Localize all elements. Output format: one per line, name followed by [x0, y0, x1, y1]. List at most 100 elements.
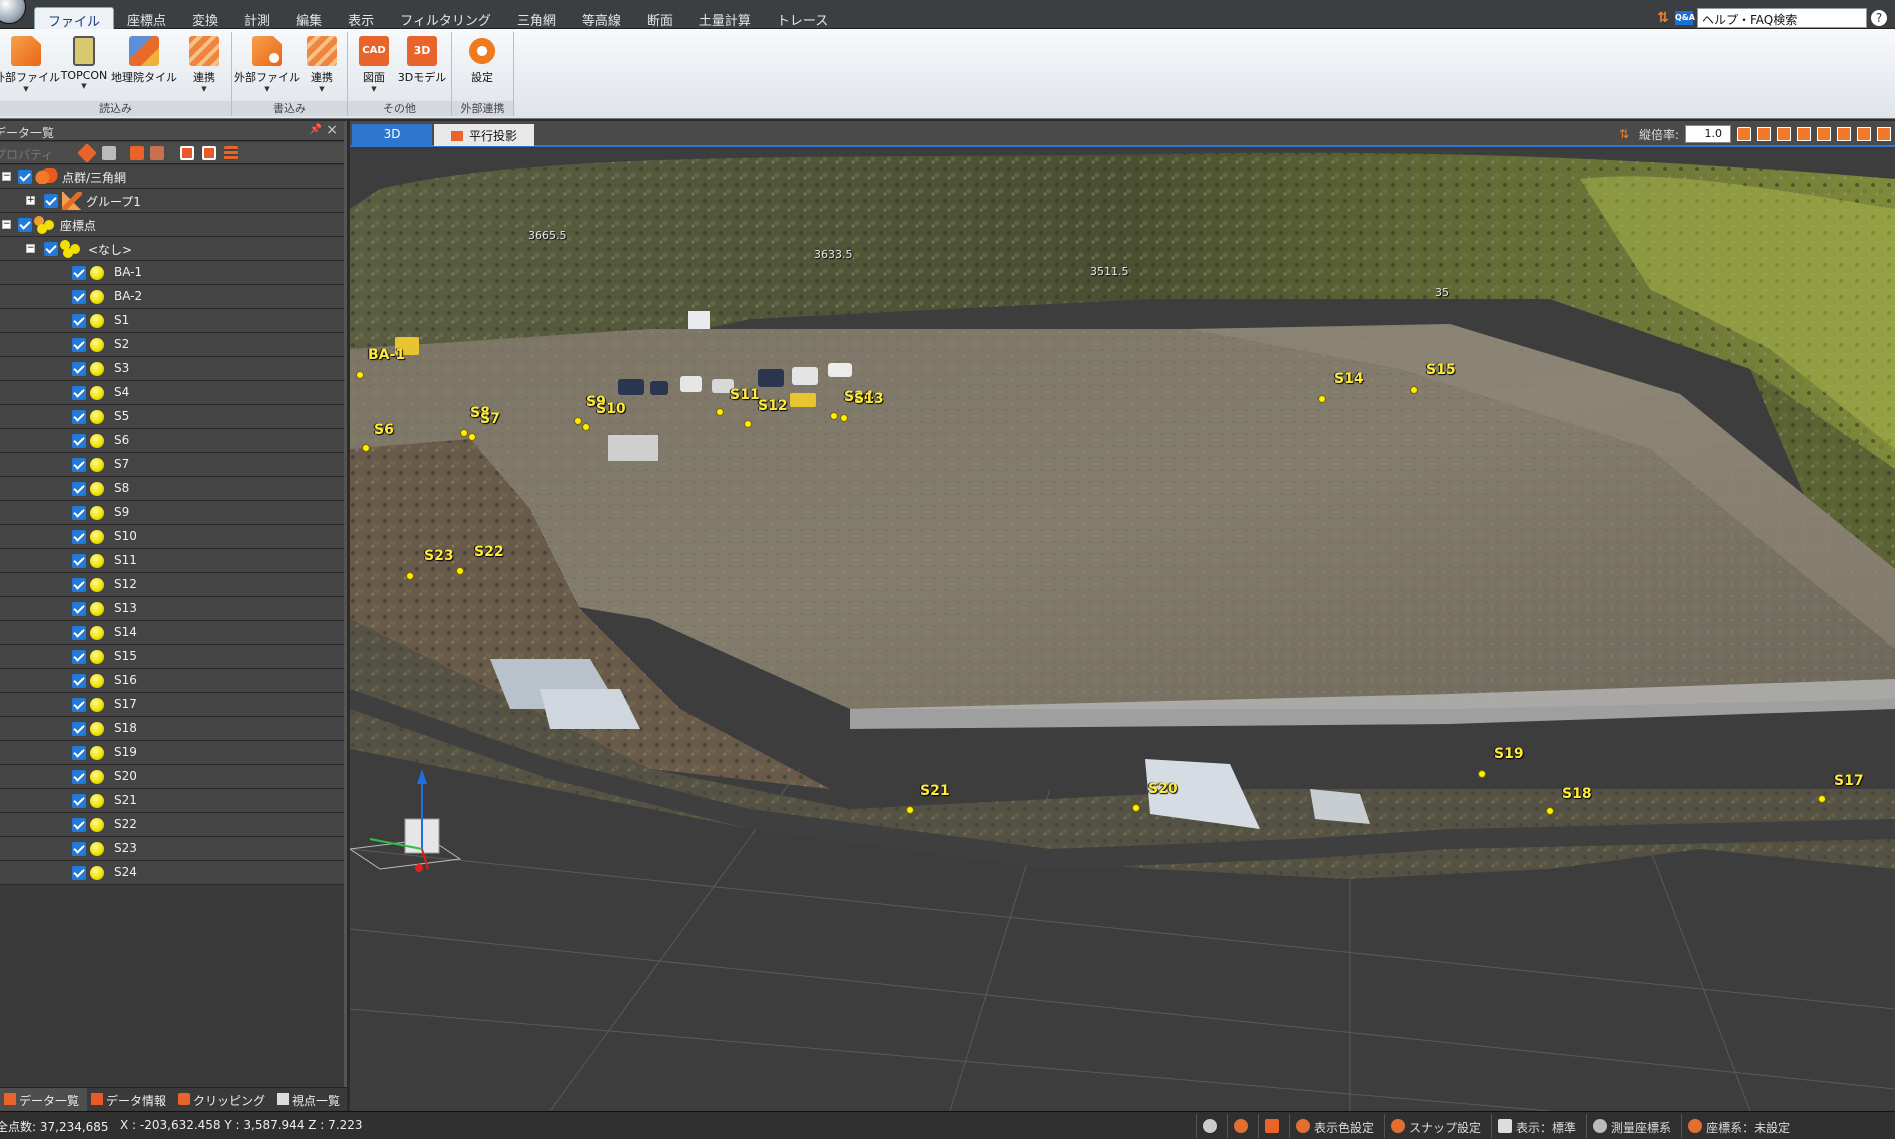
- visibility-checkbox[interactable]: [72, 626, 86, 640]
- point-label[interactable]: S14: [1334, 371, 1364, 387]
- tree-item-point[interactable]: S9: [0, 501, 344, 525]
- visibility-checkbox[interactable]: [72, 818, 86, 832]
- property-button[interactable]: プロパティ: [0, 146, 53, 163]
- settings-button[interactable]: 設定: [460, 34, 504, 98]
- point-marker[interactable]: [356, 371, 364, 379]
- tab-viewpoint-list[interactable]: 視点一覧: [273, 1088, 348, 1111]
- point-label[interactable]: S18: [1562, 786, 1592, 802]
- tab-clipping[interactable]: クリッピング: [174, 1088, 273, 1111]
- visibility-checkbox[interactable]: [72, 266, 86, 280]
- point-marker[interactable]: [456, 567, 464, 575]
- light-toggle[interactable]: [1227, 1114, 1258, 1138]
- top-view-icon[interactable]: [1757, 127, 1771, 141]
- tree-item-none[interactable]: − <なし>: [0, 237, 344, 261]
- point-marker[interactable]: [582, 423, 590, 431]
- visibility-checkbox[interactable]: [72, 554, 86, 568]
- tree-item-point[interactable]: S18: [0, 717, 344, 741]
- survey-coord-button[interactable]: 測量座標系: [1586, 1114, 1681, 1138]
- visibility-checkbox[interactable]: [72, 698, 86, 712]
- point-marker[interactable]: [406, 572, 414, 580]
- tree-item-point[interactable]: S10: [0, 525, 344, 549]
- read-link-button[interactable]: 連携 ▼: [182, 34, 226, 98]
- filter-icon[interactable]: [130, 146, 144, 160]
- visibility-checkbox[interactable]: [18, 170, 32, 184]
- expand-icon[interactable]: +: [26, 196, 35, 205]
- app-logo-icon[interactable]: [0, 0, 26, 24]
- visibility-checkbox[interactable]: [72, 650, 86, 664]
- tree-item-point[interactable]: S3: [0, 357, 344, 381]
- snap-settings-button[interactable]: スナップ設定: [1384, 1114, 1491, 1138]
- point-marker[interactable]: [1132, 804, 1140, 812]
- visibility-checkbox[interactable]: [72, 530, 86, 544]
- point-label[interactable]: S20: [1148, 781, 1178, 797]
- menu-item-7[interactable]: 三角網: [504, 7, 569, 29]
- visibility-checkbox[interactable]: [72, 602, 86, 616]
- side-view-icon[interactable]: [1797, 127, 1811, 141]
- tree-item-point[interactable]: S17: [0, 693, 344, 717]
- visibility-checkbox[interactable]: [72, 746, 86, 760]
- point-marker[interactable]: [468, 433, 476, 441]
- tree-item-point[interactable]: S11: [0, 549, 344, 573]
- point-marker[interactable]: [906, 806, 914, 814]
- tree-item-point[interactable]: S16: [0, 669, 344, 693]
- tree-item-point[interactable]: S21: [0, 789, 344, 813]
- menu-item-1[interactable]: 座標点: [114, 7, 179, 29]
- write-link-button[interactable]: 連携 ▼: [300, 34, 344, 98]
- visibility-checkbox[interactable]: [72, 794, 86, 808]
- point-label[interactable]: S6: [374, 422, 394, 438]
- tree-item-point[interactable]: BA-2: [0, 285, 344, 309]
- menu-item-8[interactable]: 等高線: [569, 7, 634, 29]
- point-marker[interactable]: [574, 417, 582, 425]
- collapse-icon[interactable]: −: [2, 220, 11, 229]
- gsi-tile-button[interactable]: 地理院タイル: [108, 34, 180, 98]
- tree-item-point[interactable]: S15: [0, 645, 344, 669]
- close-icon[interactable]: ×: [326, 122, 338, 138]
- tab-3d[interactable]: 3D: [352, 124, 432, 146]
- tree-item-point[interactable]: BA-1: [0, 261, 344, 285]
- point-marker[interactable]: [744, 420, 752, 428]
- home-view-icon[interactable]: [1737, 127, 1751, 141]
- point-label[interactable]: BA-1: [368, 347, 405, 363]
- visibility-checkbox[interactable]: [18, 218, 32, 232]
- visibility-checkbox[interactable]: [72, 362, 86, 376]
- front-view-icon[interactable]: [1777, 127, 1791, 141]
- menu-item-5[interactable]: 表示: [335, 7, 387, 29]
- help-search-input[interactable]: ヘルプ・FAQ検索: [1697, 8, 1867, 28]
- visibility-checkbox[interactable]: [72, 770, 86, 784]
- add-layer-icon[interactable]: [180, 146, 194, 160]
- home-toggle[interactable]: [1258, 1114, 1289, 1138]
- visibility-checkbox[interactable]: [72, 314, 86, 328]
- point-label[interactable]: S15: [1426, 362, 1456, 378]
- tree-item-point[interactable]: S22: [0, 813, 344, 837]
- point-marker[interactable]: [1318, 395, 1326, 403]
- menu-item-4[interactable]: 編集: [283, 7, 335, 29]
- sort-arrows-icon[interactable]: ⇅: [1655, 10, 1671, 26]
- tree-item-pointcloud[interactable]: − 点群/三角網: [0, 165, 344, 189]
- list-icon[interactable]: [224, 146, 238, 160]
- vertical-scale-input[interactable]: 1.0: [1685, 125, 1731, 143]
- point-marker[interactable]: [1546, 807, 1554, 815]
- point-label[interactable]: S11: [730, 387, 760, 403]
- visibility-checkbox[interactable]: [72, 722, 86, 736]
- 3d-viewport[interactable]: 3665.5 3633.5 3511.5 35 BA-1 S6 S8 S7 S9 S10 S11 S…: [350, 149, 1895, 1111]
- link-points-icon[interactable]: [150, 146, 164, 160]
- point-label[interactable]: S17: [1834, 773, 1864, 789]
- visibility-checkbox[interactable]: [72, 458, 86, 472]
- eye-toggle[interactable]: [1196, 1114, 1227, 1138]
- tab-parallel-projection[interactable]: 平行投影: [434, 124, 534, 146]
- visibility-checkbox[interactable]: [44, 194, 58, 208]
- tree-item-point[interactable]: S2: [0, 333, 344, 357]
- tree-item-point[interactable]: S6: [0, 429, 344, 453]
- menu-item-2[interactable]: 変換: [179, 7, 231, 29]
- read-external-file-button[interactable]: 外部ファイル ▼: [0, 34, 60, 98]
- collapse-icon[interactable]: −: [2, 172, 11, 181]
- write-external-file-button[interactable]: 外部ファイル ▼: [234, 34, 300, 98]
- tree-item-point[interactable]: S4: [0, 381, 344, 405]
- menu-item-11[interactable]: トレース: [764, 7, 841, 29]
- tree-item-coords[interactable]: − 座標点: [0, 213, 344, 237]
- tree-item-point[interactable]: S7: [0, 453, 344, 477]
- visibility-checkbox[interactable]: [72, 290, 86, 304]
- visibility-checkbox[interactable]: [72, 386, 86, 400]
- point-label[interactable]: S13: [854, 391, 884, 407]
- topcon-button[interactable]: TOPCON ▼: [60, 34, 108, 98]
